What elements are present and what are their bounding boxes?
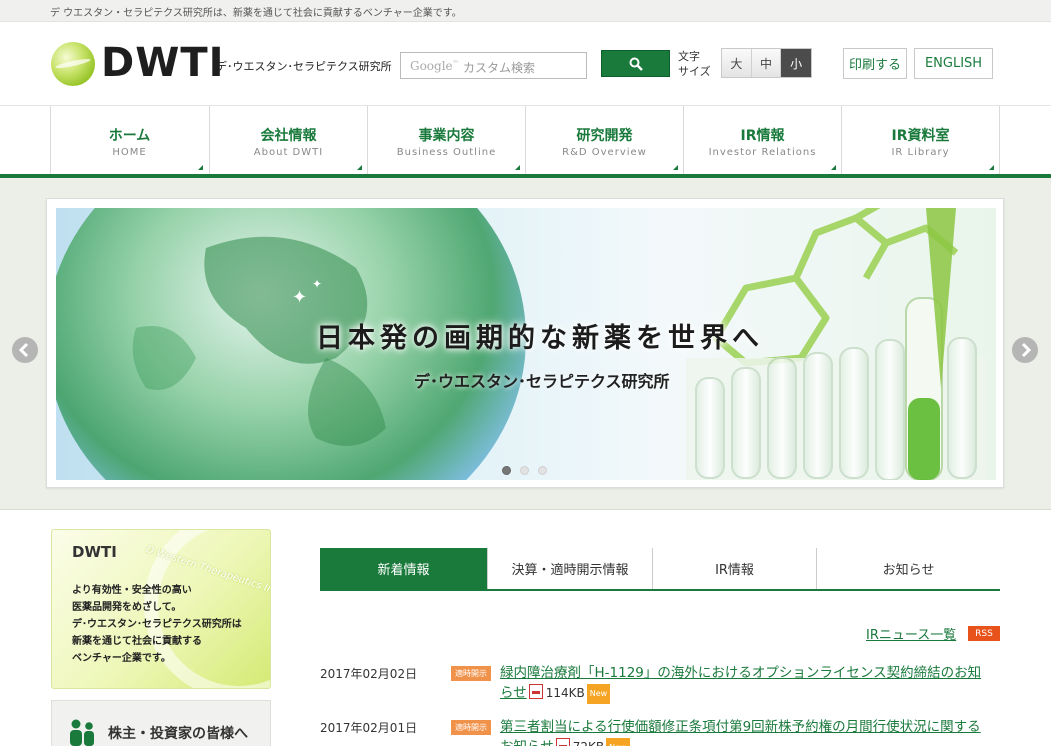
- news-badge: 適時開示: [451, 666, 491, 681]
- nav-item-home[interactable]: ホーム HOME: [50, 106, 208, 174]
- file-size: 114KB: [545, 686, 585, 700]
- tab-latest[interactable]: 新着情報: [320, 548, 488, 589]
- site-logo[interactable]: DWTI: [101, 40, 225, 86]
- google-brand: Google™: [410, 59, 459, 73]
- english-button[interactable]: ENGLISH: [914, 48, 993, 79]
- slider-next-button[interactable]: [1012, 337, 1038, 363]
- global-nav: ホーム HOME 会社情報 About DWTI 事業内容 Business O…: [0, 106, 1051, 178]
- rss-button[interactable]: RSS: [968, 626, 1000, 641]
- nav-label-ja: 事業内容: [418, 128, 475, 144]
- banner-title: DWTI: [72, 543, 117, 561]
- corner-triangle-icon: [989, 165, 994, 170]
- nav-item-business[interactable]: 事業内容 Business Outline: [367, 106, 525, 174]
- ir-news-list-link[interactable]: IRニュース一覧: [866, 624, 956, 643]
- font-size-large-button[interactable]: 大: [722, 49, 752, 77]
- news-badge: 適時開示: [451, 720, 491, 735]
- site-header: DWTI デ･ウエスタン･セラピテクス研究所 Google™ カスタム検索 文字…: [0, 22, 1051, 106]
- search-button[interactable]: [601, 50, 670, 77]
- nav-label-ja: 会社情報: [260, 128, 317, 144]
- pdf-icon: [528, 684, 543, 699]
- new-badge: New: [606, 738, 630, 746]
- nav-label-en: HOME: [112, 147, 147, 158]
- font-size-selector: 大 中 小: [721, 48, 812, 78]
- hero-area: ✦ ✦ 日本発の画期的な新薬を世界へ デ･ウエスタン･セラピテクス研究所: [0, 178, 1051, 510]
- company-banner[interactable]: D.Western Therapeutics Inst. DWTI より有効性・…: [51, 529, 271, 689]
- chevron-right-icon: [1021, 342, 1032, 358]
- banner-body: より有効性・安全性の高い 医薬品開発をめざして。 デ･ウエスタン･セラピテクス研…: [72, 585, 242, 664]
- corner-triangle-icon: [515, 165, 520, 170]
- new-badge: New: [586, 684, 611, 704]
- nav-label-ja: ホーム: [108, 128, 151, 144]
- search-icon: [629, 57, 643, 71]
- news-title-link[interactable]: 第三者割当による行使価額修正条項付第9回新株予約権の月間行使状況に関するお知らせ…: [500, 717, 985, 746]
- nav-label-ja: IR資料室: [891, 128, 950, 144]
- search-placeholder: カスタム検索: [463, 61, 536, 75]
- hero-slide[interactable]: ✦ ✦ 日本発の画期的な新薬を世界へ デ･ウエスタン･セラピテクス研究所: [56, 208, 996, 480]
- svg-text:✦: ✦: [312, 277, 322, 291]
- news-title-link[interactable]: 緑内障治療剤「H-1129」の海外におけるオプションライセンス契約締結のお知らせ…: [500, 663, 985, 704]
- print-button[interactable]: 印刷する: [843, 48, 907, 79]
- font-size-small-button[interactable]: 小: [781, 49, 811, 77]
- font-size-medium-button[interactable]: 中: [751, 49, 782, 77]
- nav-item-rd[interactable]: 研究開発 R&D Overview: [525, 106, 683, 174]
- chevron-left-icon: [18, 342, 29, 358]
- font-size-label: 文字 サイズ: [678, 50, 711, 78]
- nav-label-en: IR Library: [891, 147, 950, 158]
- logo-mark-icon[interactable]: [51, 42, 95, 86]
- tab-notices[interactable]: お知らせ: [817, 548, 1000, 589]
- search-input[interactable]: Google™ カスタム検索: [400, 52, 587, 79]
- hero-subheadline: デ･ウエスタン･セラピテクス研究所: [414, 372, 670, 391]
- news-tabs: 新着情報 決算・適時開示情報 IR情報 お知らせ: [320, 548, 1000, 591]
- slider-dot[interactable]: [538, 466, 547, 475]
- people-icon: [70, 719, 94, 746]
- investor-label: 株主・投資家の皆様へ: [108, 726, 248, 742]
- nav-divider: [999, 106, 1000, 174]
- nav-item-about[interactable]: 会社情報 About DWTI: [209, 106, 367, 174]
- tagline-text: デ ウエスタン・セラピテクス研究所は、新薬を通じて社会に貢献するベンチャー企業で…: [50, 8, 462, 19]
- slider-dot[interactable]: [502, 466, 511, 475]
- company-name: デ･ウエスタン･セラピテクス研究所: [216, 60, 392, 73]
- nav-label-en: About DWTI: [253, 147, 324, 158]
- news-date: 2017年02月02日: [320, 667, 418, 681]
- hero-slider: ✦ ✦ 日本発の画期的な新薬を世界へ デ･ウエスタン･セラピテクス研究所: [46, 198, 1004, 488]
- tab-ir[interactable]: IR情報: [653, 548, 817, 589]
- corner-triangle-icon: [357, 165, 362, 170]
- corner-triangle-icon: [198, 165, 203, 170]
- nav-item-ir[interactable]: IR情報 Investor Relations: [683, 106, 841, 174]
- nav-item-ir-library[interactable]: IR資料室 IR Library: [841, 106, 999, 174]
- corner-triangle-icon: [673, 165, 678, 170]
- slider-dot[interactable]: [520, 466, 529, 475]
- svg-text:✦: ✦: [292, 287, 307, 308]
- tab-financial-disclosure[interactable]: 決算・適時開示情報: [488, 548, 653, 589]
- hero-headline: 日本発の画期的な新薬を世界へ: [316, 323, 764, 354]
- tagline-bar: デ ウエスタン・セラピテクス研究所は、新薬を通じて社会に貢献するベンチャー企業で…: [0, 0, 1051, 22]
- slider-prev-button[interactable]: [12, 337, 38, 363]
- corner-triangle-icon: [831, 165, 836, 170]
- nav-label-en: R&D Overview: [562, 147, 647, 158]
- nav-label-ja: 研究開発: [576, 128, 633, 144]
- nav-label-ja: IR情報: [740, 128, 785, 144]
- pdf-icon: [555, 738, 570, 746]
- nav-label-en: Business Outline: [396, 147, 497, 158]
- slider-dots: [502, 466, 547, 475]
- investor-link[interactable]: 株主・投資家の皆様へ: [51, 700, 271, 746]
- file-size: 72KB: [573, 737, 604, 746]
- news-date: 2017年02月01日: [320, 721, 418, 735]
- nav-label-en: Investor Relations: [708, 147, 817, 158]
